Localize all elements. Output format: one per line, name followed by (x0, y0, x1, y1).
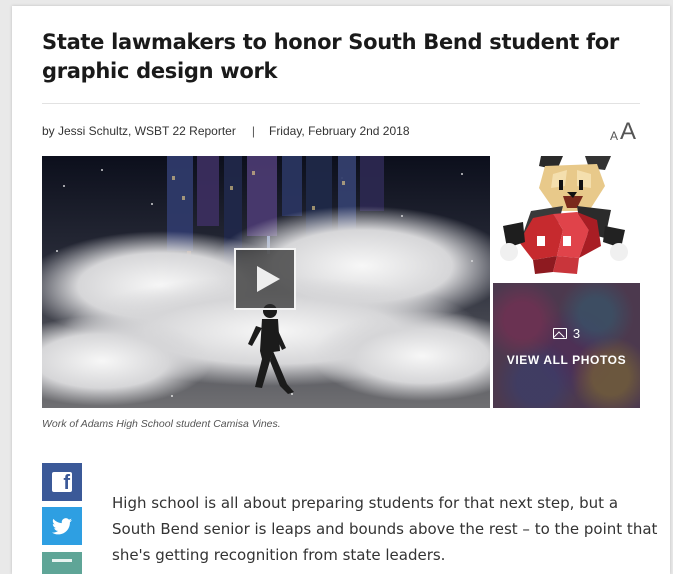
text-size-toggle[interactable]: A A (610, 118, 642, 145)
author-byline: by Jessi Schultz, WSBT 22 Reporter (42, 124, 236, 138)
image-icon (552, 328, 567, 339)
byline-separator: | (251, 124, 255, 138)
photo-count-value: 3 (572, 326, 581, 341)
play-icon (256, 266, 280, 292)
media-caption: Work of Adams High School student Camisa… (42, 418, 281, 430)
video-player[interactable] (42, 156, 490, 408)
facebook-share-button[interactable]: f (42, 463, 82, 501)
email-icon (52, 559, 72, 562)
gallery-overlay (493, 283, 640, 408)
photo-count: 3 (493, 326, 640, 341)
play-button[interactable] (234, 248, 296, 310)
text-size-large-icon: A (620, 118, 637, 145)
article-card: State lawmakers to honor South Bend stud… (12, 6, 670, 574)
facebook-icon: f (52, 472, 72, 493)
text-size-small-icon: A (610, 129, 619, 143)
email-share-button[interactable] (42, 552, 82, 574)
gallery-thumbnail[interactable] (493, 156, 640, 280)
mickey-artwork-image (493, 156, 640, 280)
byline-row: by Jessi Schultz, WSBT 22 Reporter | Frida… (42, 124, 410, 138)
twitter-share-button[interactable] (42, 507, 82, 545)
view-all-photos-label: VIEW ALL PHOTOS (506, 353, 627, 367)
twitter-icon (52, 517, 72, 534)
view-all-photos-button[interactable]: 3 VIEW ALL PHOTOS (493, 283, 640, 408)
divider (42, 103, 640, 104)
article-body-paragraph: High school is all about preparing stude… (112, 494, 658, 564)
publish-date: Friday, February 2nd 2018 (268, 124, 410, 138)
article-headline: State lawmakers to honor South Bend stud… (42, 30, 619, 83)
